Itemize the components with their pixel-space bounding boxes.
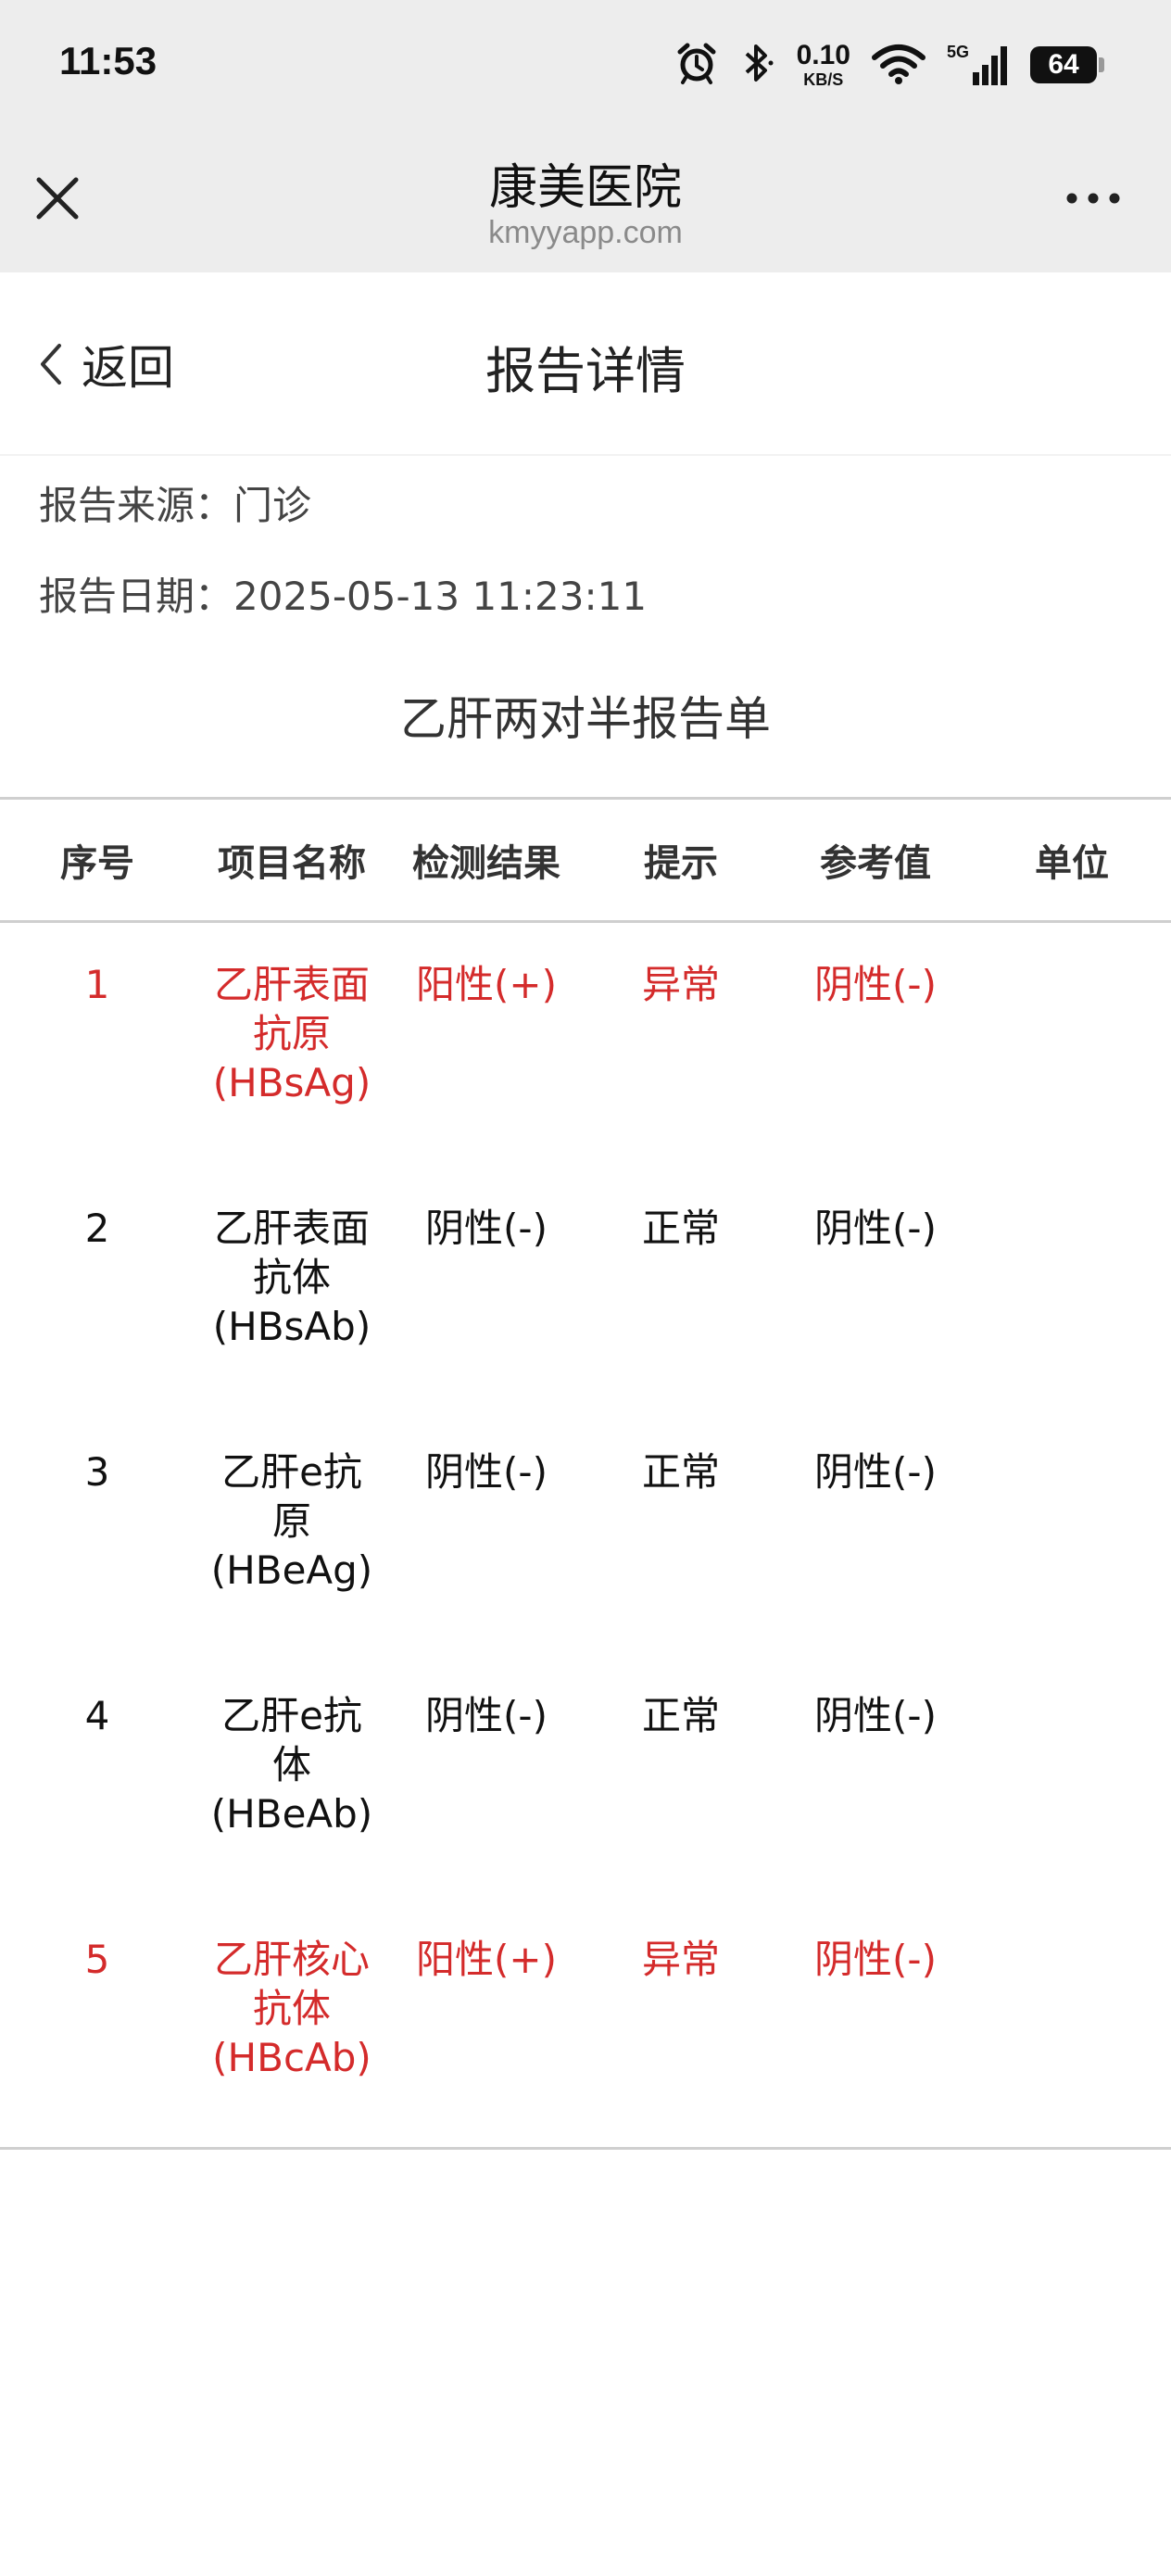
status-icons: 0.10 KB/S 5G 64 (674, 37, 1104, 93)
cell-hint: 异常 (641, 1937, 720, 1982)
table-row: 1 乙肝表面抗原(HBsAg) 阳性(+) 异常 阴性(-) (0, 923, 1171, 1167)
network-speed: 0.10 KB/S (796, 40, 850, 89)
column-header-hint: 提示 (644, 842, 718, 885)
column-header-result: 检测结果 (412, 842, 560, 885)
cell-reference: 阴性(-) (814, 1206, 937, 1251)
cell-reference: 阴性(-) (814, 1449, 937, 1495)
column-header-item: 项目名称 (218, 842, 366, 885)
back-label: 返回 (82, 341, 174, 395)
cell-reference: 阴性(-) (814, 962, 937, 1007)
report-table: 序号 项目名称 检测结果 提示 参考值 单位 1 乙肝表面抗原(HBsAg) 阳… (0, 797, 1171, 2150)
report-date-label: 报告日期： (39, 574, 234, 619)
table-header: 序号 项目名称 检测结果 提示 参考值 单位 (0, 800, 1171, 923)
report-date-value: 2025-05-13 11:23:11 (233, 574, 648, 619)
report-source-label: 报告来源： (39, 483, 234, 528)
cell-hint: 异常 (641, 962, 720, 1007)
column-header-unit: 单位 (1035, 842, 1109, 885)
battery-level: 64 (1048, 49, 1079, 80)
cell-no: 2 (84, 1206, 110, 1251)
more-button[interactable] (1064, 180, 1123, 217)
cell-reference: 阴性(-) (814, 1937, 937, 1982)
table-row: 5 乙肝核心抗体(HBcAb) 阳性(+) 异常 阴性(-) (0, 1898, 1171, 2147)
report-source: 报告来源：门诊 (39, 474, 311, 531)
cell-item: 乙肝表面抗原(HBsAg) (212, 962, 371, 1105)
cell-reference: 阴性(-) (814, 1693, 937, 1738)
cell-item: 乙肝e抗体(HBeAb) (210, 1693, 373, 1837)
cell-hint: 正常 (641, 1206, 720, 1251)
cell-no: 4 (84, 1693, 110, 1738)
cell-no: 5 (84, 1937, 110, 1982)
table-row: 2 乙肝表面抗体(HBsAb) 阴性(-) 正常 阴性(-) (0, 1167, 1171, 1410)
cell-result: 阴性(-) (425, 1449, 548, 1495)
cell-result: 阴性(-) (425, 1206, 548, 1251)
status-time: 11:53 (59, 39, 157, 82)
cell-hint: 正常 (641, 1449, 720, 1495)
table-row: 3 乙肝e抗原(HBeAg) 阴性(-) 正常 阴性(-) (0, 1410, 1171, 1654)
report-title: 乙肝两对半报告单 (400, 692, 771, 746)
alarm-icon (674, 41, 719, 89)
cell-no: 3 (84, 1449, 110, 1495)
status-bar: 11:53 0.10 KB/S 5G 64 (0, 0, 1171, 139)
back-button[interactable]: 返回 (37, 332, 174, 397)
wifi-icon (871, 41, 926, 89)
cellular-signal-icon: 5G (947, 43, 1010, 87)
network-speed-value: 0.10 (796, 40, 850, 70)
browser-title-bar: 康美医院 kmyyapp.com (0, 139, 1171, 272)
page-title: 报告详情 (485, 342, 686, 400)
report-source-value: 门诊 (233, 483, 312, 528)
cell-result: 阳性(+) (416, 962, 557, 1007)
site-domain: kmyyapp.com (488, 215, 683, 250)
signal-label: 5G (946, 43, 969, 61)
cell-item: 乙肝核心抗体(HBcAb) (212, 1937, 371, 2080)
cell-hint: 正常 (641, 1693, 720, 1738)
cell-no: 1 (84, 962, 110, 1007)
column-header-no: 序号 (60, 842, 134, 885)
site-name: 康美医院 (488, 160, 682, 216)
cell-item: 乙肝e抗原(HBeAg) (210, 1449, 373, 1593)
table-row: 4 乙肝e抗体(HBeAb) 阴性(-) 正常 阴性(-) (0, 1654, 1171, 1898)
bluetooth-icon (739, 41, 776, 89)
network-speed-unit: KB/S (803, 70, 844, 89)
page-header: 报告详情 返回 (0, 272, 1171, 456)
column-header-reference: 参考值 (820, 842, 931, 885)
cell-item: 乙肝表面抗体(HBsAb) (212, 1206, 371, 1349)
chevron-left-icon (41, 344, 61, 385)
report-date: 报告日期：2025-05-13 11:23:11 (39, 565, 647, 622)
cell-result: 阴性(-) (425, 1693, 548, 1738)
battery-icon: 64 (1030, 46, 1104, 83)
cell-result: 阳性(+) (416, 1937, 557, 1982)
more-icon (1066, 193, 1120, 204)
